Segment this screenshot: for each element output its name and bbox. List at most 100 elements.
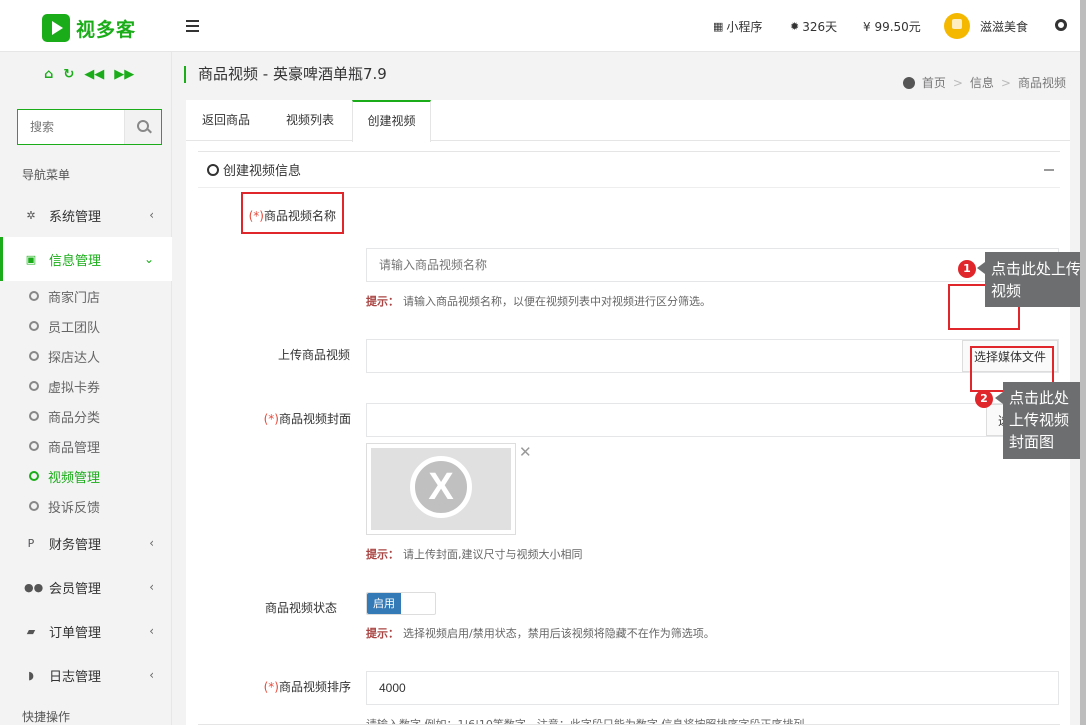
sidebar-item-info[interactable]: ▣ 信息管理 ⌄ (0, 237, 172, 281)
tab-video-list[interactable]: 视频列表 (274, 100, 346, 141)
sub-item-videos[interactable]: 视频管理 (29, 461, 100, 491)
sub-item-products[interactable]: 商品管理 (29, 431, 100, 461)
settings-gear-icon[interactable] (1055, 19, 1067, 31)
nav-menu-title: 导航菜单 (22, 168, 71, 182)
annotation-callout-1: 点击此处上传视频 (977, 252, 1085, 307)
breadcrumb-separator: > (952, 75, 963, 90)
sidebar: ⌂ ↻ ◀◀ ▶▶ 导航菜单 ✲ 系统管理 ‹ ▣ 信息管理 ⌄ 商家门店 员工… (0, 52, 172, 725)
sun-icon: ✹ (790, 19, 800, 33)
dashboard-icon (902, 76, 915, 89)
breadcrumb-info[interactable]: 信息 (970, 74, 994, 91)
qrcode-icon: ▦ (713, 19, 724, 33)
quick-ops-title: 快捷操作 (22, 710, 71, 724)
upload-video-label: 上传商品视频 (277, 348, 350, 362)
video-name-input[interactable] (366, 248, 1059, 282)
users-icon: ●● (24, 580, 44, 594)
annotation-badge-2: 2 (975, 390, 993, 408)
annotation-callout-2: 点击此处上传视频封面图 (995, 382, 1083, 459)
breadcrumb: 首页 > 信息 > 商品视频 (902, 74, 1066, 91)
sidebar-search (17, 109, 162, 145)
section-header: 创建视频信息 (198, 151, 1060, 188)
sidebar-item-members[interactable]: ●● 会员管理 ‹ (0, 565, 172, 609)
chevron-left-icon: ‹ (149, 668, 154, 682)
page-title: 商品视频 - 英豪啤酒单瓶7.9 (184, 66, 387, 83)
forward-icon[interactable]: ▶▶ (114, 67, 134, 82)
collapse-icon[interactable] (1044, 169, 1054, 171)
status-label: 商品视频状态 (264, 601, 337, 615)
page-scrollbar[interactable] (1080, 0, 1086, 725)
menu-toggle-icon[interactable] (186, 20, 199, 35)
sidebar-item-orders[interactable]: ▰ 订单管理 ‹ (0, 609, 172, 653)
sidebar-tools: ⌂ ↻ ◀◀ ▶▶ (44, 67, 134, 82)
chevron-down-icon: ⌄ (143, 252, 154, 266)
highlight-name-label (241, 192, 344, 234)
play-logo-icon (42, 14, 70, 42)
sub-item-complaints[interactable]: 投诉反馈 (29, 491, 100, 521)
cover-thumbnail: X (366, 443, 516, 535)
video-name-hint: 提示： 请输入商品视频名称，以便在视频列表中对视频进行区分筛选。 (366, 295, 711, 308)
sub-item-team[interactable]: 员工团队 (29, 311, 100, 341)
refresh-icon[interactable]: ↻ (63, 67, 74, 82)
sidebar-item-system[interactable]: ✲ 系统管理 ‹ (0, 193, 172, 237)
home-icon[interactable]: ⌂ (44, 67, 53, 82)
sub-item-influencers[interactable]: 探店达人 (29, 341, 100, 371)
circle-icon (29, 291, 39, 301)
top-bar: 视多客 ▦ 小程序 ✹ 326天 ¥ 99.50元 滋滋美食 (0, 0, 1086, 52)
cover-hint: 提示： 请上传封面,建议尺寸与视频大小相同 (366, 548, 583, 561)
main-content: 商品视频 - 英豪啤酒单瓶7.9 首页 > 信息 > 商品视频 返回商品 视频列… (172, 52, 1086, 725)
circle-icon (29, 501, 39, 511)
sub-item-vouchers[interactable]: 虚拟卡券 (29, 371, 100, 401)
sub-item-stores[interactable]: 商家门店 (29, 281, 100, 311)
breadcrumb-separator: > (1000, 75, 1011, 90)
paypal-icon: P (27, 536, 35, 550)
sort-input[interactable] (366, 671, 1059, 705)
briefcase-icon: ▣ (25, 252, 37, 266)
shop-name: 滋滋美食 (980, 19, 1029, 34)
no-image-icon: X (410, 456, 472, 518)
sidebar-item-logs[interactable]: ◗ 日志管理 ‹ (0, 653, 172, 697)
tab-create-video[interactable]: 创建视频 (352, 100, 431, 142)
circle-icon (29, 441, 39, 451)
tab-back-to-product[interactable]: 返回商品 (186, 100, 266, 141)
remove-image-icon[interactable]: ✕ (519, 443, 532, 461)
scrollbar-thumb[interactable] (1080, 0, 1086, 725)
backward-icon[interactable]: ◀◀ (84, 67, 104, 82)
search-input[interactable] (18, 110, 124, 144)
cover-field[interactable] (366, 403, 1059, 437)
balance-indicator[interactable]: ¥ 99.50元 (863, 0, 921, 52)
chevron-left-icon: ‹ (149, 580, 154, 594)
app-logo[interactable]: 视多客 (42, 14, 136, 42)
gear-icon: ✲ (26, 208, 36, 222)
section-title: 创建视频信息 (223, 164, 302, 179)
shield-icon: ◗ (28, 668, 34, 682)
status-toggle[interactable]: 启用 (366, 592, 436, 615)
circle-icon (29, 381, 39, 391)
chevron-left-icon: ‹ (149, 208, 154, 222)
breadcrumb-home[interactable]: 首页 (922, 74, 946, 91)
search-icon[interactable] (124, 110, 161, 144)
tab-bar: 返回商品 视频列表 创建视频 (186, 100, 1070, 142)
annotation-badge-1: 1 (958, 260, 976, 278)
thumbnail-placeholder: X (371, 448, 511, 530)
circle-icon (29, 321, 39, 331)
toggle-on-label: 启用 (367, 593, 401, 614)
circle-icon (29, 471, 39, 481)
app-logo-text: 视多客 (76, 18, 137, 41)
avatar (944, 13, 970, 39)
sub-item-categories[interactable]: 商品分类 (29, 401, 100, 431)
chevron-left-icon: ‹ (149, 624, 154, 638)
upload-video-field[interactable] (366, 339, 1059, 373)
days-indicator[interactable]: ✹ 326天 (790, 0, 837, 52)
cover-label: (*)商品视频封面 (263, 412, 351, 426)
circle-icon (207, 163, 219, 176)
chevron-left-icon: ‹ (149, 536, 154, 550)
circle-icon (29, 351, 39, 361)
circle-icon (29, 411, 39, 421)
user-menu[interactable]: 滋滋美食 (944, 0, 1028, 52)
mini-program-link[interactable]: ▦ 小程序 (713, 0, 762, 52)
truck-icon: ▰ (26, 624, 36, 638)
status-hint: 提示： 选择视频启用/禁用状态，禁用后该视频将隐藏不在作为筛选项。 (366, 627, 715, 640)
sort-label: (*)商品视频排序 (263, 680, 351, 694)
breadcrumb-current: 商品视频 (1017, 76, 1066, 90)
sidebar-item-finance[interactable]: P 财务管理 ‹ (0, 521, 172, 565)
